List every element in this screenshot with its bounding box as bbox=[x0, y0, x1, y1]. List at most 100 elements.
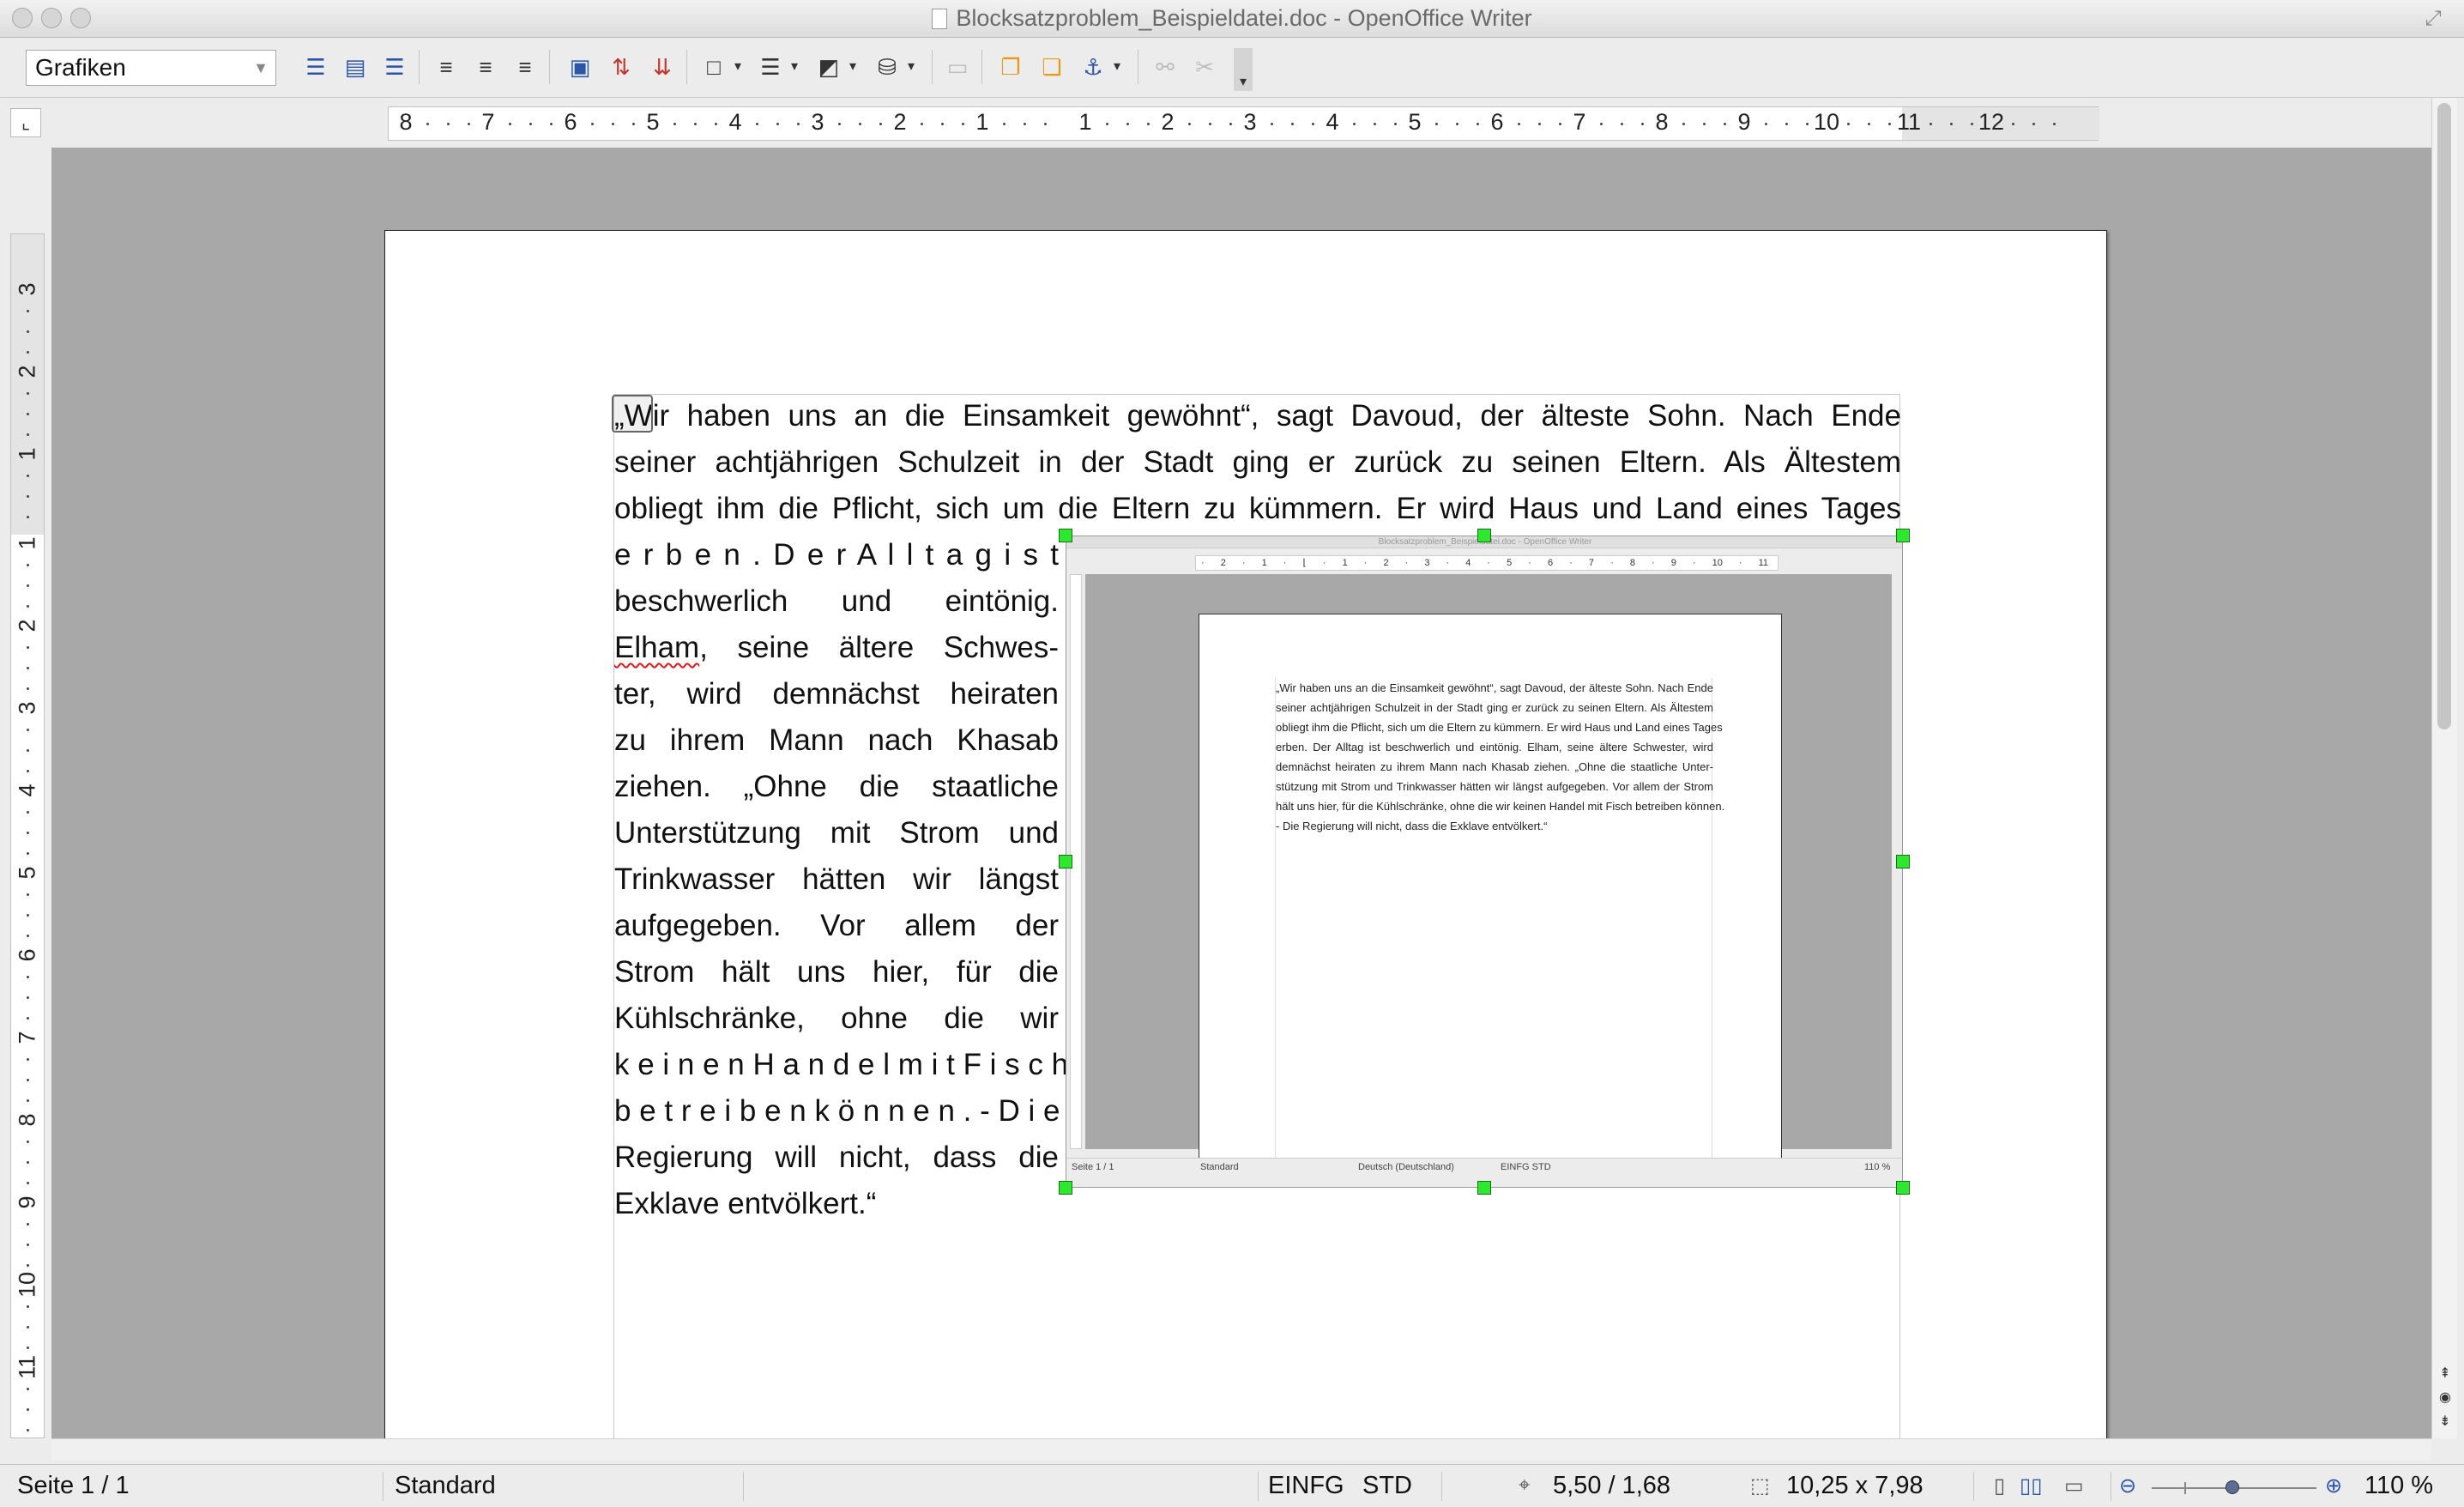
background-color-icon[interactable]: ⛁ bbox=[872, 51, 915, 82]
ruler-tick bbox=[27, 1079, 29, 1081]
send-backward-icon[interactable]: ❏ bbox=[1036, 51, 1067, 82]
align-bottom-icon[interactable]: ☰ bbox=[379, 51, 410, 82]
text-line[interactable]: „Wir haben uns an die Einsamkeit gewöhnt… bbox=[612, 395, 1901, 438]
ruler-tick-label: 1 bbox=[14, 536, 40, 550]
text-line[interactable]: e r b e n . D e r A l l t a g i s t bbox=[614, 534, 1059, 577]
title-bar: Blocksatzproblem_Beispieldatei.doc - Ope… bbox=[0, 0, 2464, 38]
text-line[interactable]: seiner achtjährigen Schulzeit in der Sta… bbox=[614, 441, 1901, 484]
ruler-tick bbox=[27, 330, 29, 333]
text-line[interactable]: Exklave entvölkert.“ bbox=[614, 1183, 1059, 1226]
horizontal-ruler[interactable]: 8 7 6 5 4 3 2 1 1 2 3 4 5 6 7 8 9 10 11 12 bbox=[388, 106, 2099, 141]
text-line[interactable]: beschwerlich und eintönig. bbox=[614, 580, 1059, 623]
zoom-out-icon[interactable]: ⊖ bbox=[2119, 1474, 2136, 1498]
ruler-tick bbox=[27, 584, 29, 587]
ruler-tick bbox=[1024, 123, 1026, 125]
document-page[interactable]: „Wir haben uns an die Einsamkeit gewöhnt… bbox=[384, 230, 2107, 1438]
zoom-in-icon[interactable]: ⊕ bbox=[2325, 1474, 2342, 1498]
graphic-ruler: · 2 · 1 · ⌊ · 1 · 2 · 3 · 4 · 5 · 6 · 7 … bbox=[1195, 555, 1779, 571]
ruler-tick bbox=[1126, 123, 1129, 125]
resize-handle-bottom-right[interactable] bbox=[1896, 1181, 1910, 1195]
ruler-tick-label: 3 bbox=[14, 701, 40, 715]
resize-handle-top[interactable] bbox=[1477, 529, 1491, 542]
ruler-tick bbox=[632, 123, 635, 125]
resize-handle-right[interactable] bbox=[1896, 855, 1910, 868]
bring-forward-icon[interactable]: ❐ bbox=[995, 51, 1026, 82]
zoom-indicator[interactable]: 110 % bbox=[2364, 1472, 2433, 1500]
ruler-tick-label: 4 bbox=[14, 784, 40, 797]
multi-page-view-icon[interactable]: ▯▯ bbox=[2020, 1474, 2042, 1498]
ruler-tick bbox=[27, 1305, 29, 1308]
text-line[interactable]: aufgegeben. Vor allem der bbox=[614, 905, 1059, 947]
ruler-tick bbox=[1456, 123, 1458, 125]
spelling-error-word[interactable]: Elham bbox=[614, 631, 699, 664]
vertical-ruler[interactable]: 3 2 1 1 2 3 4 5 6 7 8 9 10 11 bbox=[10, 233, 45, 1438]
ruler-tick bbox=[27, 646, 29, 649]
text-line[interactable]: ter, wird demnächst heiraten bbox=[614, 673, 1059, 716]
resize-handle-bottom[interactable] bbox=[1477, 1181, 1491, 1195]
line-style-icon[interactable]: ☰ bbox=[755, 51, 798, 82]
fullscreen-icon[interactable]: ⤢ bbox=[2421, 7, 2445, 31]
text-line[interactable]: b e t r e i b e n k ö n n e n . - D i e bbox=[614, 1090, 1060, 1133]
selection-mode-indicator[interactable]: STD bbox=[1362, 1472, 1412, 1500]
text-line[interactable]: Kühlschränke, ohne die wir bbox=[614, 997, 1059, 1040]
align-top-icon[interactable]: ☰ bbox=[300, 51, 331, 82]
ruler-tick-label: 10 bbox=[1813, 109, 1840, 135]
book-view-icon[interactable]: ▭ bbox=[2064, 1474, 2084, 1498]
scrollbar-thumb[interactable] bbox=[2437, 103, 2451, 729]
borders-icon[interactable]: □ bbox=[698, 51, 741, 82]
anchor-icon[interactable]: ⚓ bbox=[1078, 51, 1120, 82]
navigator-icon[interactable]: ◉ bbox=[2436, 1389, 2455, 1407]
ruler-tick-label: 3 bbox=[14, 282, 40, 296]
text-line[interactable]: obliegt ihm die Pflicht, sich um die Elt… bbox=[614, 487, 1901, 530]
unlink-icon[interactable]: ✂ bbox=[1189, 51, 1220, 82]
resize-handle-top-right[interactable] bbox=[1896, 529, 1910, 542]
horizontal-scrollbar[interactable] bbox=[51, 1438, 2431, 1461]
ruler-tick bbox=[2032, 123, 2035, 125]
vertical-scrollbar[interactable]: ⇞ ◉ ⇟ bbox=[2431, 98, 2457, 1438]
insert-mode-indicator[interactable]: EINFG bbox=[1268, 1472, 1344, 1500]
ruler-tick bbox=[1950, 123, 1953, 125]
ruler-tick bbox=[612, 123, 614, 125]
text-line[interactable]: Strom hält uns hier, für die bbox=[614, 951, 1059, 994]
single-page-view-icon[interactable]: ▯ bbox=[1994, 1474, 2005, 1498]
ruler-tick bbox=[1374, 123, 1376, 125]
wrap-through-icon[interactable]: ⇊ bbox=[647, 51, 678, 82]
zoom-slider-thumb[interactable] bbox=[2225, 1480, 2239, 1494]
page-indicator[interactable]: Seite 1 / 1 bbox=[17, 1472, 130, 1500]
border-color-icon[interactable]: ◩ bbox=[813, 51, 856, 82]
document-icon bbox=[932, 9, 948, 29]
paragraph-style-combo[interactable]: Grafiken ▼ bbox=[26, 50, 276, 86]
ruler-tick bbox=[27, 516, 29, 518]
text-line[interactable]: Trinkwasser hätten wir längst bbox=[614, 858, 1059, 901]
resize-handle-bottom-left[interactable] bbox=[1059, 1181, 1072, 1195]
text-line[interactable]: zu ihrem Mann nach Khasab bbox=[614, 719, 1059, 762]
align-center-vertical-icon[interactable]: ▤ bbox=[340, 51, 371, 82]
frame-properties-icon[interactable]: ▭ bbox=[942, 51, 973, 82]
page-style-indicator[interactable]: Standard bbox=[395, 1472, 496, 1500]
text-body[interactable]: „Wir haben uns an die Einsamkeit gewöhnt… bbox=[612, 394, 1910, 1438]
size-icon: ⬚ bbox=[1750, 1474, 1770, 1498]
text-line[interactable]: k e i n e n H a n d e l m i t F i s c h bbox=[614, 1044, 1068, 1086]
toolbar-overflow-button[interactable]: ▾ bbox=[1234, 48, 1253, 91]
next-page-icon[interactable]: ⇟ bbox=[2436, 1413, 2455, 1431]
text-line[interactable]: Regierung will nicht, dass die bbox=[614, 1136, 1059, 1179]
ruler-tick bbox=[27, 914, 29, 917]
align-right-icon[interactable]: ≡ bbox=[510, 51, 541, 82]
resize-handle-top-left[interactable] bbox=[1059, 529, 1072, 542]
tab-stop-selector[interactable]: ⌞ bbox=[10, 108, 41, 137]
align-center-icon[interactable]: ≡ bbox=[470, 51, 501, 82]
wrap-page-icon[interactable]: ⇅ bbox=[606, 51, 637, 82]
wrap-off-icon[interactable]: ▣ bbox=[565, 51, 595, 82]
text-line[interactable]: Elham, seine ältere Schwes- bbox=[614, 626, 1059, 669]
align-left-icon[interactable]: ≡ bbox=[431, 51, 462, 82]
text-line[interactable]: ziehen. „Ohne die staatliche bbox=[614, 766, 1059, 808]
embedded-screenshot-image[interactable]: Blocksatzproblem_Beispieldatei.doc - Ope… bbox=[1066, 536, 1903, 1188]
previous-page-icon[interactable]: ⇞ bbox=[2436, 1365, 2455, 1383]
chevron-down-icon[interactable]: ▼ bbox=[253, 51, 269, 85]
ruler-tick bbox=[1621, 123, 1623, 125]
ruler-tick bbox=[27, 935, 29, 937]
text-line[interactable]: Unterstützung mit Strom und bbox=[614, 812, 1059, 855]
document-workarea[interactable]: „Wir haben uns an die Einsamkeit gewöhnt… bbox=[51, 148, 2431, 1438]
resize-handle-left[interactable] bbox=[1059, 855, 1072, 868]
link-icon[interactable]: ⚯ bbox=[1150, 51, 1181, 82]
